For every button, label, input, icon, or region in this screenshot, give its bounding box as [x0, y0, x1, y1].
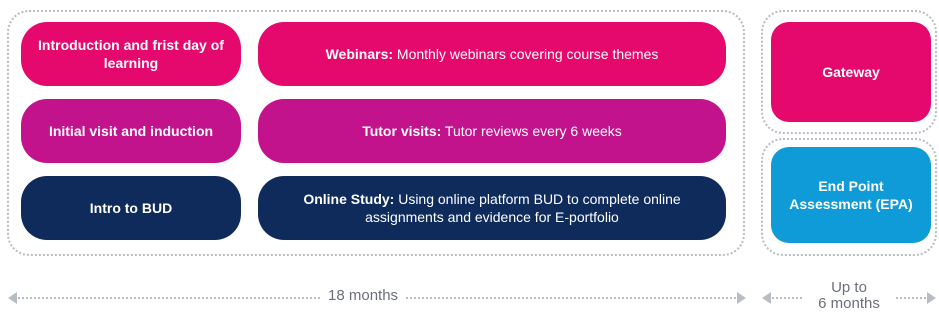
activity-webinars: Webinars: Monthly webinars covering cour…	[258, 22, 726, 86]
timeline-end-right-arrow-icon	[927, 292, 936, 304]
stage-initial-visit-label: Initial visit and induction	[48, 122, 214, 139]
timeline-left-arrow-icon	[8, 292, 17, 304]
duration-line-1: Up to	[831, 279, 867, 296]
stage-introduction: Introduction and frist day of learning	[21, 22, 241, 86]
stage-gateway: Gateway	[771, 22, 931, 122]
stage-intro-to-bud: Intro to BUD	[21, 176, 241, 240]
timeline-right-arrow-icon	[737, 292, 746, 304]
duration-18-months: 18 months	[322, 288, 405, 304]
stage-introduction-label: Introduction and frist day of learning	[38, 36, 224, 71]
activity-online-study-title: Online Study:	[303, 190, 395, 207]
stage-gateway-label: Gateway	[822, 63, 880, 80]
stage-intro-to-bud-label: Intro to BUD	[89, 199, 173, 216]
activity-webinars-title: Webinars:	[325, 45, 394, 62]
activity-tutor-visits-text: Tutor reviews every 6 weeks	[444, 122, 622, 139]
activity-tutor-visits-title: Tutor visits:	[362, 122, 442, 139]
stage-initial-visit: Initial visit and induction	[21, 99, 241, 163]
activity-online-study: Online Study: Using online platform BUD …	[258, 176, 726, 240]
duration-up-to-6-months: Up to 6 months	[804, 280, 894, 312]
stage-epa-label: End Point Assessment (EPA)	[789, 177, 913, 212]
activity-online-study-text: Using online platform BUD to complete on…	[365, 190, 681, 225]
activity-webinars-text: Monthly webinars covering course themes	[396, 45, 659, 62]
timeline-6-months: Up to 6 months	[762, 280, 936, 312]
timeline-end-left-arrow-icon	[762, 292, 771, 304]
stage-end-point-assessment: End Point Assessment (EPA)	[771, 147, 931, 243]
duration-line-2: 6 months	[818, 294, 880, 312]
activity-tutor-visits: Tutor visits: Tutor reviews every 6 week…	[258, 99, 726, 163]
timeline-18-months: 18 months	[8, 285, 746, 311]
